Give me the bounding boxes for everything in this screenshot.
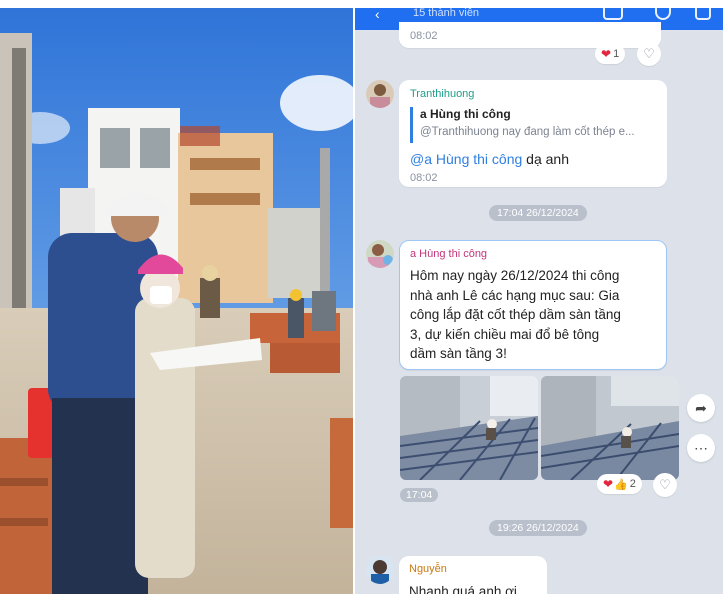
quoted-message[interactable]: a Hùng thi công @Tranthihuong nay đang l… xyxy=(410,107,668,143)
message-bubble[interactable]: Nguyễn Nhanh quá anh ơi xyxy=(399,556,547,594)
heart-icon: ♡ xyxy=(643,46,655,61)
avatar[interactable] xyxy=(366,556,394,584)
heart-icon: ❤ xyxy=(601,47,612,61)
message-bubble[interactable]: 08:02 xyxy=(399,22,661,48)
avatar[interactable] xyxy=(366,80,394,108)
date-separator: 17:04 26/12/2024 xyxy=(489,205,587,221)
message-time: 08:02 xyxy=(410,30,438,42)
sender-name: Tranthihuong xyxy=(410,88,475,100)
message-photo[interactable] xyxy=(541,376,679,480)
sender-name: Nguyễn xyxy=(409,563,447,575)
chat-screenshot: ‹ 15 thành viên 08:02 ❤ 1 ♡ Tranthihuong… xyxy=(355,8,723,594)
message-time: 17:04 xyxy=(400,488,439,502)
react-heart-button[interactable]: ♡ xyxy=(653,473,677,497)
sender-name: a Hùng thi công xyxy=(410,248,488,260)
share-forward-icon[interactable]: ➦ xyxy=(687,394,715,422)
message-text: Hôm nay ngày 26/12/2024 thi công nhà anh… xyxy=(410,268,621,362)
back-arrow-icon[interactable]: ‹ xyxy=(375,8,380,22)
construction-site-photo xyxy=(0,8,353,594)
more-icon[interactable]: ⋯ xyxy=(687,434,715,462)
heart-icon: ❤ xyxy=(603,477,614,491)
thumbs-up-icon: 👍 xyxy=(614,478,628,491)
message-bubble[interactable]: a Hùng thi công Hôm nay ngày 26/12/2024 … xyxy=(399,240,667,370)
heart-icon: ♡ xyxy=(659,477,671,492)
quote-text: @Tranthihuong nay đang làm cốt thép e... xyxy=(420,126,635,138)
message-time: 08:02 xyxy=(410,172,438,184)
call-icon[interactable] xyxy=(603,8,623,20)
reaction-count[interactable]: ❤ 1 xyxy=(595,44,626,64)
message-text: dạ anh xyxy=(522,151,569,167)
message-bubble[interactable]: Tranthihuong a Hùng thi công @Tranthihuo… xyxy=(399,80,667,187)
search-icon[interactable] xyxy=(655,8,671,20)
reaction-count[interactable]: ❤ 👍 2 xyxy=(597,474,642,494)
message-photo[interactable] xyxy=(400,376,538,480)
mention-link[interactable]: @a Hùng thi công xyxy=(410,151,522,167)
react-heart-button[interactable]: ♡ xyxy=(637,42,661,66)
avatar[interactable] xyxy=(366,240,394,268)
member-count: 15 thành viên xyxy=(413,8,480,19)
quote-author: a Hùng thi công xyxy=(420,107,511,121)
date-separator: 19:26 26/12/2024 xyxy=(489,520,587,536)
message-text: Nhanh quá anh ơi xyxy=(409,584,517,594)
menu-icon[interactable] xyxy=(695,8,711,20)
